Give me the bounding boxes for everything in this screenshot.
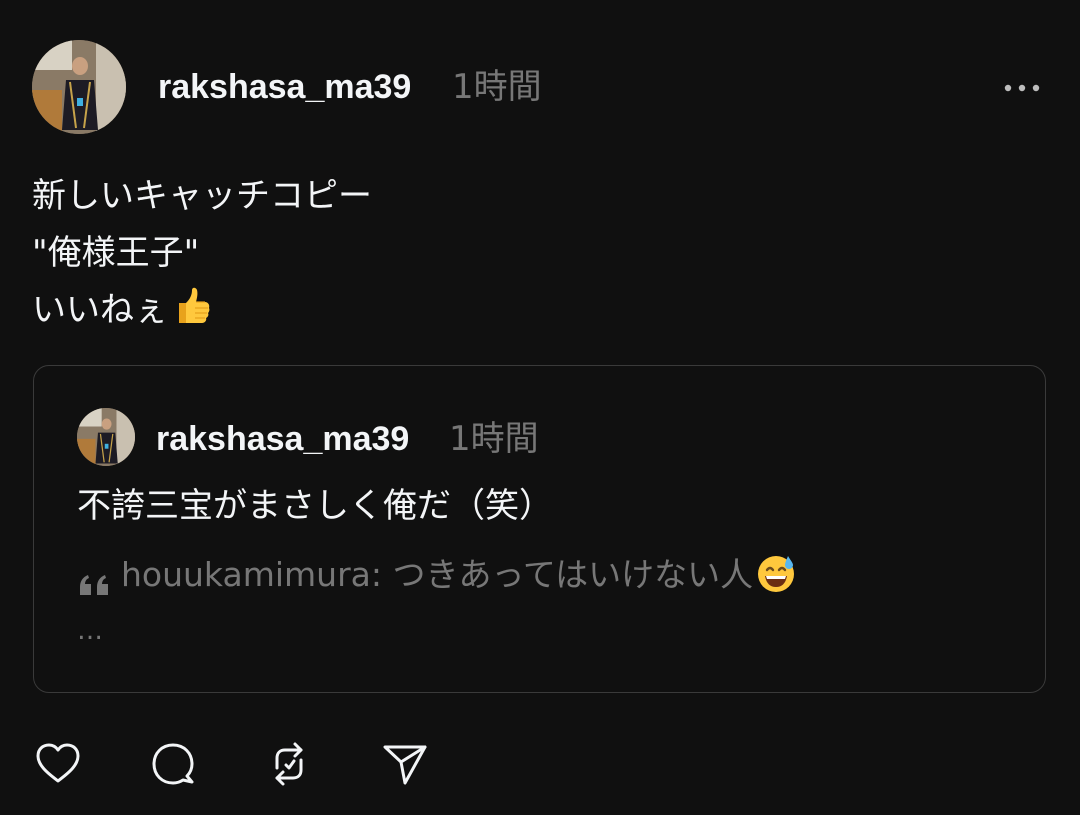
username[interactable]: rakshasa_ma39 bbox=[158, 66, 411, 108]
quoted-more-ellipsis: … bbox=[77, 616, 103, 646]
post-line-1: 新しいキャッチコピー bbox=[32, 176, 372, 216]
repost-button[interactable] bbox=[263, 738, 315, 790]
quoted-text: 不誇三宝がまさしく俺だ（笑） bbox=[77, 486, 553, 526]
send-icon bbox=[383, 745, 427, 785]
heart-icon bbox=[36, 743, 80, 783]
post-line-2: "俺様王子" bbox=[32, 233, 200, 273]
post-line-3-wrapper: いいねぇ bbox=[32, 282, 372, 339]
quote-mark-icon bbox=[77, 565, 113, 595]
repost-icon bbox=[275, 742, 303, 786]
reply-button[interactable] bbox=[147, 738, 199, 790]
quoted-username[interactable]: rakshasa_ma39 bbox=[156, 418, 409, 460]
comment-icon bbox=[152, 743, 194, 785]
quoted-post-card[interactable]: rakshasa_ma39 1時間 不誇三宝がまさしく俺だ（笑） houukam… bbox=[33, 365, 1046, 693]
avatar[interactable] bbox=[32, 40, 126, 134]
grinning-sweat-emoji-icon bbox=[755, 552, 797, 594]
like-button[interactable] bbox=[32, 738, 84, 790]
post-timestamp: 1時間 bbox=[452, 67, 542, 107]
reply-author: houukamimura: bbox=[121, 555, 382, 594]
share-button[interactable] bbox=[379, 738, 431, 790]
post-line-3: いいねぇ bbox=[32, 290, 168, 330]
quoted-timestamp: 1時間 bbox=[449, 419, 539, 459]
thread-post: rakshasa_ma39 1時間 新しいキャッチコピー "俺様王子" いいねぇ bbox=[0, 0, 1080, 815]
more-options-icon[interactable] bbox=[1002, 78, 1042, 98]
reply-text: つきあってはいけない人 bbox=[392, 555, 754, 594]
quoted-avatar-image bbox=[77, 408, 135, 466]
quoted-avatar[interactable] bbox=[77, 408, 135, 466]
avatar-image bbox=[32, 40, 126, 134]
quoted-reply-context: houukamimura: つきあってはいけない人 bbox=[77, 552, 797, 596]
post-body: 新しいキャッチコピー "俺様王子" いいねぇ bbox=[32, 168, 372, 339]
thumbs-up-emoji-icon bbox=[170, 285, 212, 327]
